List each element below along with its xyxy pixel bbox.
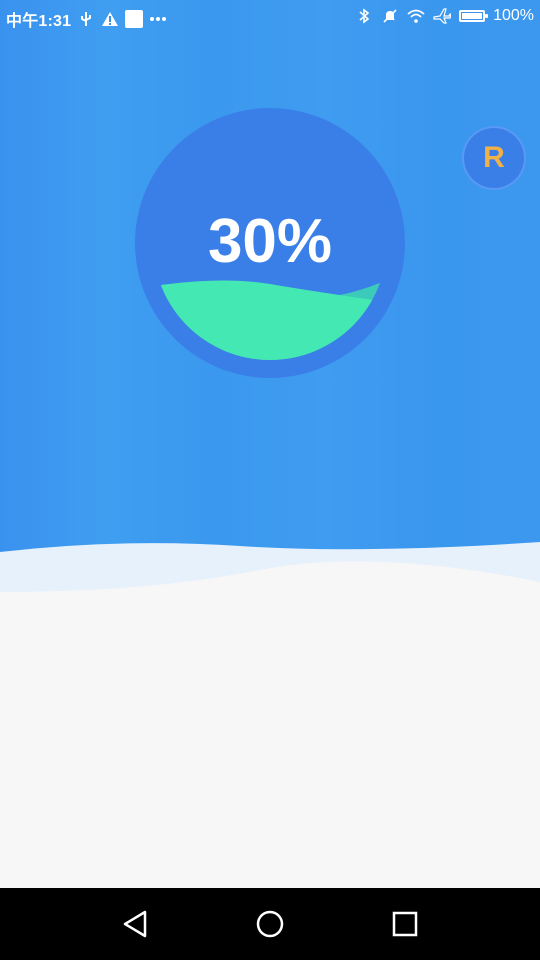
airplane-icon bbox=[433, 7, 452, 25]
bluetooth-icon bbox=[355, 7, 373, 25]
usb-icon bbox=[77, 10, 95, 28]
floating-r-button[interactable]: R bbox=[462, 126, 526, 190]
warning-icon bbox=[101, 10, 119, 28]
status-bar: 中午1:31 100% bbox=[0, 0, 540, 32]
home-circle-icon[interactable] bbox=[252, 906, 288, 942]
navigation-bar bbox=[0, 888, 540, 960]
recent-square-icon[interactable] bbox=[387, 906, 423, 942]
mute-icon bbox=[381, 7, 399, 25]
status-time: 中午1:31 bbox=[6, 13, 72, 30]
bottom-wave bbox=[0, 542, 540, 600]
more-icon bbox=[149, 10, 167, 28]
notification-square-icon bbox=[125, 10, 144, 28]
r-logo-icon: R bbox=[483, 141, 505, 174]
progress-gauge: 30% bbox=[135, 108, 405, 378]
battery-icon bbox=[459, 10, 489, 22]
gauge-percent-text: 30% bbox=[207, 207, 333, 276]
battery-percent: 100% bbox=[493, 7, 534, 24]
back-triangle-icon[interactable] bbox=[117, 906, 153, 942]
wifi-icon bbox=[407, 7, 425, 25]
